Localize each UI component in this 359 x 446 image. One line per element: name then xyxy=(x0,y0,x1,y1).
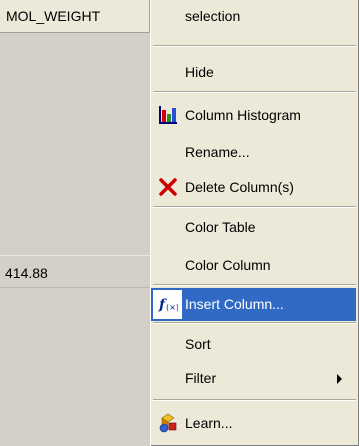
menu-item-label: selection xyxy=(185,8,241,24)
menu-separator xyxy=(153,399,356,401)
menu-item-label: Learn... xyxy=(185,415,233,431)
menu-item-delete-columns[interactable]: Delete Column(s) xyxy=(151,171,356,204)
menu-item-hide[interactable]: Hide xyxy=(151,56,356,89)
menu-item-label: Delete Column(s) xyxy=(185,179,294,195)
menu-separator xyxy=(153,91,356,93)
menu-separator xyxy=(153,45,356,47)
menu-item-color-column[interactable]: Color Column xyxy=(151,249,356,282)
histogram-icon xyxy=(158,105,178,125)
menu-separator xyxy=(153,284,356,286)
data-grid-column: MOL_WEIGHT 414.88 xyxy=(0,0,150,446)
function-fx-icon: f (×) xyxy=(158,294,179,314)
menu-separator xyxy=(153,206,356,208)
menu-item-learn[interactable]: Learn... xyxy=(151,407,356,440)
svg-text:(×): (×) xyxy=(166,303,178,312)
menu-separator xyxy=(153,322,356,324)
menu-item-column-histogram[interactable]: Column Histogram xyxy=(151,99,356,132)
context-menu: selection Hide Column Histogram Rename..… xyxy=(150,0,359,446)
menu-item-label: Color Table xyxy=(185,219,256,235)
menu-item-label: Insert Column... xyxy=(185,296,284,312)
menu-item-label: Rename... xyxy=(185,144,250,160)
column-header-mol-weight[interactable]: MOL_WEIGHT xyxy=(0,0,150,33)
menu-item-label: Sort xyxy=(185,336,211,352)
menu-item-color-table[interactable]: Color Table xyxy=(151,211,356,244)
app-stage: MOL_WEIGHT 414.88 selection Hide Column … xyxy=(0,0,359,446)
menu-item-label: Hide xyxy=(185,64,214,80)
grid-cell-value[interactable]: 414.88 xyxy=(0,255,150,288)
menu-item-label: Filter xyxy=(185,370,217,386)
menu-item-filter[interactable]: Filter xyxy=(151,362,356,395)
menu-item-rename[interactable]: Rename... xyxy=(151,136,356,169)
learn-shapes-icon xyxy=(158,413,178,433)
menu-item-selection[interactable]: selection xyxy=(151,0,356,33)
red-x-delete-icon xyxy=(158,177,178,197)
menu-item-label: Color Column xyxy=(185,257,271,273)
submenu-arrow-icon xyxy=(337,374,342,384)
menu-item-label: Column Histogram xyxy=(185,107,301,123)
menu-item-sort[interactable]: Sort xyxy=(151,328,356,361)
menu-item-insert-column[interactable]: f (×) Insert Column... xyxy=(151,288,356,321)
